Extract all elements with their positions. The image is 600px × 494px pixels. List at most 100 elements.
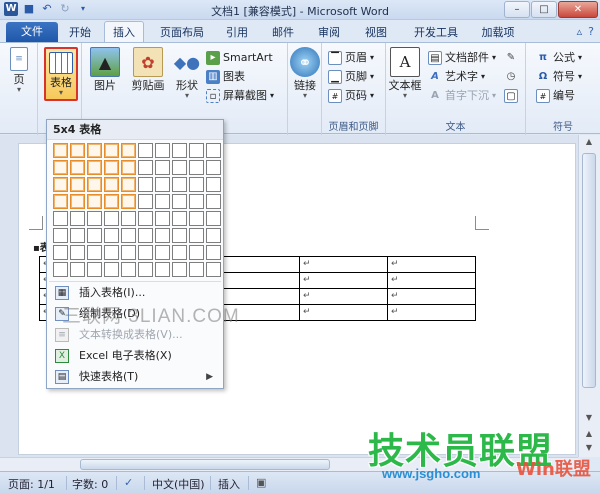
tab-mailings[interactable]: 邮件 [268, 23, 298, 42]
table-cell[interactable]: ↵ [299, 304, 388, 321]
tab-home[interactable]: 开始 [62, 23, 98, 42]
table-grid-cell[interactable] [87, 228, 102, 243]
table-grid-cell[interactable] [53, 143, 68, 158]
table-grid-cell[interactable] [138, 228, 153, 243]
table-grid-cell[interactable] [121, 143, 136, 158]
table-grid-cell[interactable] [172, 194, 187, 209]
table-grid-cell[interactable] [104, 143, 119, 158]
table-grid-cell[interactable] [87, 245, 102, 260]
equation-button[interactable]: π 公式 ▾ [536, 49, 582, 67]
table-grid-cell[interactable] [189, 228, 204, 243]
prev-page-icon[interactable]: ▲ [579, 427, 599, 441]
word-count-status[interactable]: 字数: 0 [72, 476, 108, 492]
table-grid-cell[interactable] [121, 211, 136, 226]
table-cell[interactable]: ↵ [299, 256, 388, 273]
page-count-status[interactable]: 页面: 1/1 [8, 476, 55, 492]
next-page-icon[interactable]: ▼ [579, 441, 599, 455]
vertical-scrollbar[interactable]: ▲ ▼ ▲ ▼ [578, 135, 600, 457]
table-grid-cell[interactable] [189, 262, 204, 277]
table-grid-cell[interactable] [53, 245, 68, 260]
table-grid-cell[interactable] [87, 194, 102, 209]
table-grid-cell[interactable] [87, 160, 102, 175]
table-grid-cell[interactable] [104, 194, 119, 209]
table-grid-cell[interactable] [206, 177, 221, 192]
help-icon[interactable]: ? [588, 25, 594, 38]
table-grid-cell[interactable] [206, 143, 221, 158]
convert-text-to-table-item[interactable]: ≡ 文本转换成表格(V)... [49, 325, 221, 345]
pages-button[interactable]: ≡ 页 ▾ [4, 47, 34, 94]
date-time-button[interactable]: ◷ [504, 68, 518, 86]
table-grid-cell[interactable] [87, 211, 102, 226]
quickparts-button[interactable]: ▤ 文档部件 ▾ [428, 49, 496, 67]
table-grid-cell[interactable] [189, 245, 204, 260]
table-grid-cell[interactable] [206, 194, 221, 209]
table-grid-cell[interactable] [53, 262, 68, 277]
table-grid-cell[interactable] [206, 160, 221, 175]
tab-developer[interactable]: 开发工具 [408, 23, 464, 42]
table-grid-cell[interactable] [70, 211, 85, 226]
table-grid-cell[interactable] [172, 143, 187, 158]
table-grid-cell[interactable] [104, 228, 119, 243]
table-cell[interactable]: ↵ [387, 256, 476, 273]
tab-page-layout[interactable]: 页面布局 [152, 23, 212, 42]
object-button[interactable]: ▢ [504, 87, 518, 105]
table-grid-cell[interactable] [121, 245, 136, 260]
textbox-button[interactable]: A 文本框 ▾ [388, 47, 422, 100]
table-grid-cell[interactable] [155, 262, 170, 277]
table-grid-cell[interactable] [138, 143, 153, 158]
table-grid-cell[interactable] [70, 177, 85, 192]
header-button[interactable]: ▔ 页眉 ▾ [328, 49, 374, 67]
collapse-ribbon-icon[interactable]: ▵ [577, 25, 583, 38]
wordart-button[interactable]: A 艺术字 ▾ [428, 68, 485, 86]
tab-references[interactable]: 引用 [222, 23, 252, 42]
table-grid-cell[interactable] [155, 211, 170, 226]
table-grid-cell[interactable] [138, 177, 153, 192]
table-grid-cell[interactable] [53, 194, 68, 209]
clipart-button[interactable]: ✿ 剪贴画 [128, 47, 168, 92]
table-grid-cell[interactable] [70, 262, 85, 277]
table-grid-cell[interactable] [70, 194, 85, 209]
table-grid-cell[interactable] [189, 194, 204, 209]
table-grid-cell[interactable] [53, 177, 68, 192]
table-grid-cell[interactable] [138, 262, 153, 277]
page-number-button[interactable]: # 页码 ▾ [328, 87, 374, 105]
table-grid-cell[interactable] [172, 262, 187, 277]
table-grid-cell[interactable] [189, 211, 204, 226]
table-grid-cell[interactable] [121, 228, 136, 243]
table-grid-cell[interactable] [104, 160, 119, 175]
table-button[interactable]: 表格 ▾ [44, 47, 78, 101]
table-grid-cell[interactable] [121, 194, 136, 209]
tab-insert[interactable]: 插入 [104, 21, 144, 43]
table-grid-cell[interactable] [155, 245, 170, 260]
table-grid-cell[interactable] [206, 211, 221, 226]
proofing-icon[interactable]: ✓ [124, 476, 133, 489]
screenshot-button[interactable]: ▫ 屏幕截图 ▾ [206, 87, 274, 105]
table-grid-cell[interactable] [155, 143, 170, 158]
table-grid-cell[interactable] [70, 228, 85, 243]
table-grid-cell[interactable] [155, 160, 170, 175]
table-grid-cell[interactable] [138, 160, 153, 175]
signature-line-button[interactable]: ✎ [504, 49, 518, 67]
tab-file[interactable]: 文件 [6, 22, 58, 42]
table-grid-cell[interactable] [155, 194, 170, 209]
table-grid-cell[interactable] [121, 177, 136, 192]
table-size-grid[interactable] [52, 142, 222, 278]
table-grid-cell[interactable] [172, 245, 187, 260]
smartart-button[interactable]: ▸ SmartArt [206, 49, 273, 67]
table-grid-cell[interactable] [87, 262, 102, 277]
table-grid-cell[interactable] [172, 211, 187, 226]
scroll-down-icon[interactable]: ▼ [579, 411, 599, 425]
insert-mode-status[interactable]: 插入 [218, 476, 240, 492]
table-grid-cell[interactable] [155, 228, 170, 243]
macro-record-icon[interactable]: ▣ [256, 476, 266, 489]
table-grid-cell[interactable] [206, 228, 221, 243]
tab-review[interactable]: 审阅 [313, 23, 345, 42]
table-grid-cell[interactable] [70, 160, 85, 175]
table-grid-cell[interactable] [138, 211, 153, 226]
quick-tables-item[interactable]: ▤ 快速表格(T) ▶ [49, 367, 221, 387]
shapes-button[interactable]: ◆● 形状 ▾ [172, 47, 202, 100]
table-grid-cell[interactable] [121, 160, 136, 175]
table-grid-cell[interactable] [138, 194, 153, 209]
table-cell[interactable]: ↵ [387, 272, 476, 289]
table-grid-cell[interactable] [53, 160, 68, 175]
